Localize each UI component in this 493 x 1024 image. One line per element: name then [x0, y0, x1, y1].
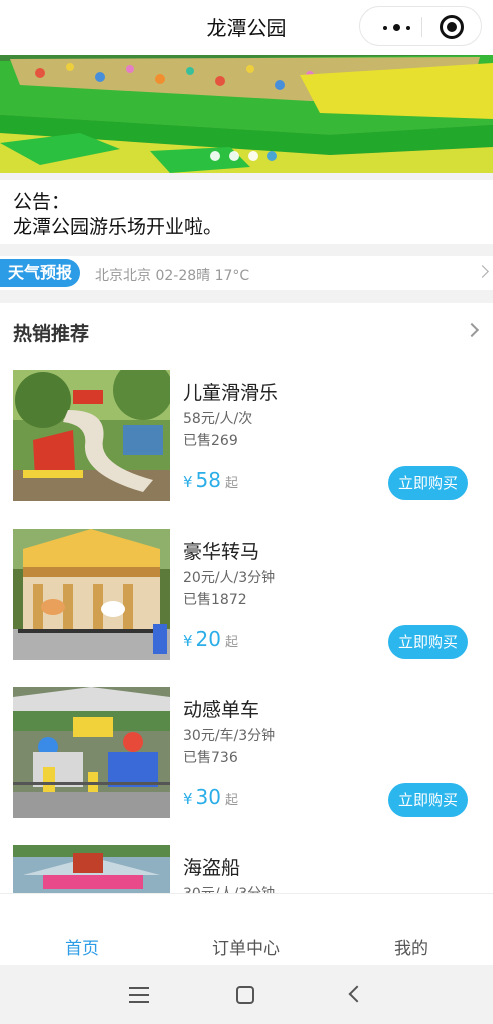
tab-orders[interactable]: 订单中心 — [164, 934, 328, 959]
home-square-icon[interactable] — [236, 986, 254, 1004]
app-header: 龙潭公园 — [0, 0, 493, 55]
hot-section: 热销推荐 儿童滑滑乐 58元/人/次 已售269 ¥ 58 起 立即购买 豪华转… — [0, 303, 493, 893]
app-page: 龙潭公园 公告： 龙潭公园游乐场开业啦。 天气预报 北京北京 02-28晴 17… — [0, 0, 493, 1024]
product-image-bike[interactable] — [13, 687, 170, 818]
chevron-right-icon[interactable] — [464, 322, 480, 338]
target-circle-icon[interactable] — [440, 15, 464, 39]
product-name: 动感单车 — [183, 699, 260, 721]
product-image-slide[interactable] — [13, 370, 170, 501]
product-name: 海盗船 — [183, 857, 241, 879]
carousel-dot[interactable] — [210, 151, 220, 161]
menu-icon[interactable] — [129, 987, 149, 1003]
buy-now-button[interactable]: 立即购买 — [388, 625, 468, 659]
product-image-pirate-ship[interactable] — [13, 845, 170, 893]
product-spec: 30元/人/3分钟 — [183, 883, 275, 893]
product-spec: 58元/人/次 — [183, 411, 253, 427]
product-item[interactable]: 豪华转马 20元/人/3分钟 已售1872 ¥20 起 立即购买 — [0, 529, 493, 669]
capsule-divider — [421, 17, 422, 37]
weather-info: 北京北京 02-28晴 17°C — [95, 268, 250, 284]
product-image-carousel[interactable] — [13, 529, 170, 660]
product-price: ¥58 起 — [183, 468, 238, 492]
product-item[interactable]: 儿童滑滑乐 58元/人/次 已售269 ¥58 起 立即购买 — [0, 370, 493, 510]
buy-now-button[interactable]: 立即购买 — [388, 466, 468, 500]
product-price: ¥30 起 — [183, 785, 238, 809]
product-item[interactable]: 海盗船 30元/人/3分钟 — [0, 845, 493, 893]
notice-panel: 公告： 龙潭公园游乐场开业啦。 — [0, 180, 493, 244]
back-arrow-icon[interactable] — [348, 985, 366, 1003]
price-from: 起 — [225, 793, 239, 808]
weather-bar[interactable]: 天气预报 北京北京 02-28晴 17°C — [0, 256, 493, 290]
price-from: 起 — [225, 476, 239, 491]
product-price: ¥20 起 — [183, 627, 238, 651]
carousel-dot[interactable] — [248, 151, 258, 161]
price-currency: ¥ — [183, 632, 193, 650]
price-value: 20 — [195, 627, 221, 651]
product-item[interactable]: 动感单车 30元/车/3分钟 已售736 ¥30 起 立即购买 — [0, 687, 493, 827]
tab-mine[interactable]: 我的 — [329, 934, 493, 959]
bottom-tab-bar: 首页 订单中心 我的 — [0, 893, 493, 965]
carousel-dot[interactable] — [229, 151, 239, 161]
chevron-right-icon — [476, 265, 489, 278]
price-value: 58 — [195, 468, 221, 492]
buy-now-button[interactable]: 立即购买 — [388, 783, 468, 817]
price-currency: ¥ — [183, 790, 193, 808]
notice-text: 龙潭公园游乐场开业啦。 — [13, 216, 223, 238]
product-sold-count: 已售1872 — [183, 592, 247, 608]
notice-label: 公告： — [13, 191, 71, 213]
weather-tag: 天气预报 — [0, 259, 81, 287]
more-dots-icon[interactable] — [380, 20, 420, 34]
section-title: 热销推荐 — [13, 323, 90, 345]
carousel-dot-active[interactable] — [267, 151, 277, 161]
product-sold-count: 已售736 — [183, 750, 238, 766]
product-spec: 30元/车/3分钟 — [183, 728, 276, 744]
price-currency: ¥ — [183, 473, 193, 491]
tab-home[interactable]: 首页 — [0, 934, 164, 959]
product-sold-count: 已售269 — [183, 433, 238, 449]
mini-program-capsule — [359, 6, 482, 46]
price-value: 30 — [195, 785, 221, 809]
price-from: 起 — [225, 635, 239, 650]
product-name: 儿童滑滑乐 — [183, 382, 279, 404]
carousel-indicator — [210, 151, 277, 161]
system-nav-bar — [0, 965, 493, 1024]
product-spec: 20元/人/3分钟 — [183, 570, 276, 586]
product-name: 豪华转马 — [183, 541, 260, 563]
